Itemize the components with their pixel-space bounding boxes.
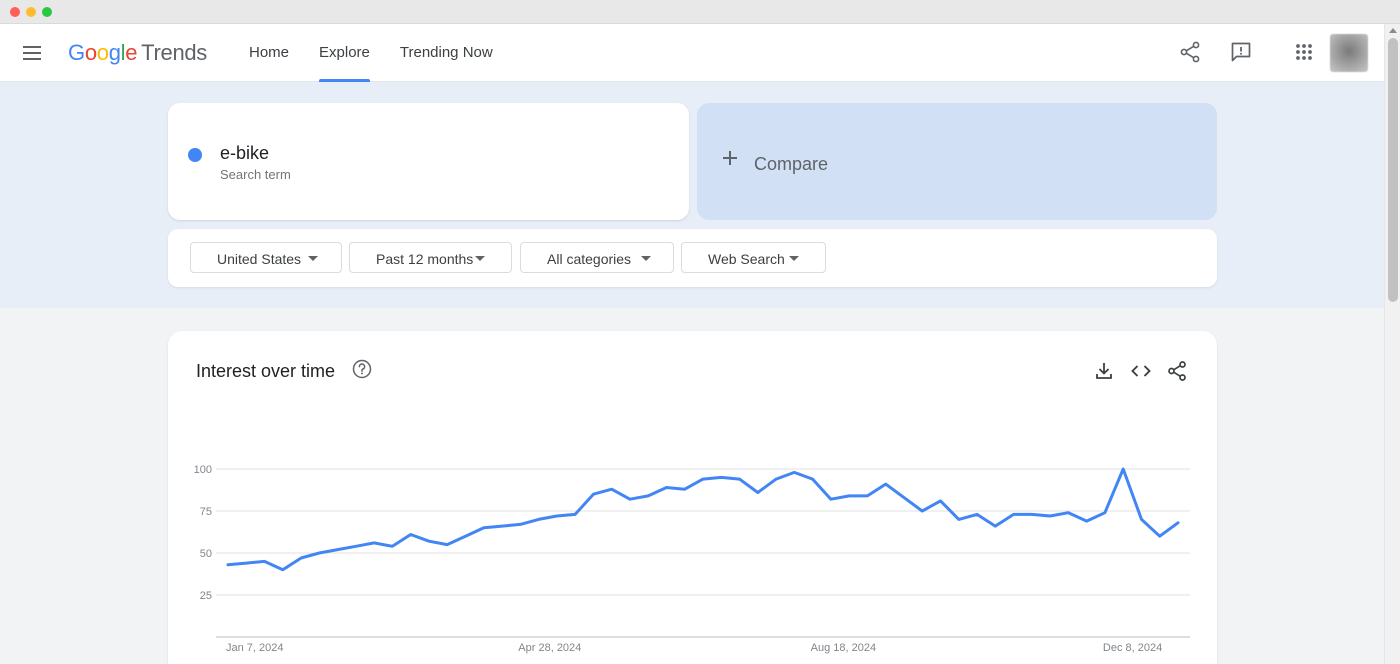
logo-letter: o xyxy=(96,40,109,65)
x-tick-label: Dec 8, 2024 xyxy=(1103,642,1162,654)
y-tick-label: 75 xyxy=(200,506,212,518)
search-term-card[interactable]: e-bike Search term xyxy=(168,103,689,220)
main-nav: Home Explore Trending Now xyxy=(234,24,508,82)
window-minimize-button[interactable] xyxy=(26,7,36,17)
filter-bar: United States Past 12 months All categor… xyxy=(168,229,1217,287)
share-icon[interactable] xyxy=(1178,40,1202,64)
series-line xyxy=(226,467,1180,572)
filter-search-type[interactable]: Web Search xyxy=(681,242,826,273)
plus-icon xyxy=(721,149,739,167)
logo-letter: o xyxy=(84,40,97,65)
y-tick-label: 100 xyxy=(194,464,212,476)
filter-category-label: All categories xyxy=(547,251,632,267)
nav-trending-now[interactable]: Trending Now xyxy=(385,24,508,82)
x-tick-label: Jan 7, 2024 xyxy=(226,642,284,654)
window-maximize-button[interactable] xyxy=(42,7,52,17)
avatar[interactable] xyxy=(1330,34,1368,72)
logo-letter: e xyxy=(125,40,138,65)
compare-label: Compare xyxy=(754,154,829,174)
app-header: Google Trends Home Explore Trending Now xyxy=(0,24,1384,82)
term-color-dot xyxy=(188,148,202,162)
interest-line-chart: 25 50 75 100 Jan 7, 2024 Apr 28, 2024 Aug 18, … xyxy=(194,464,1190,654)
filter-search-type-label: Web Search xyxy=(708,251,785,267)
nav-explore[interactable]: Explore xyxy=(304,24,385,82)
menu-icon[interactable] xyxy=(22,43,42,63)
filter-location-label: United States xyxy=(217,251,302,267)
window-titlebar xyxy=(0,0,1400,24)
y-tick-label: 50 xyxy=(200,548,212,560)
compare-button[interactable]: Compare xyxy=(697,103,1217,220)
interest-over-time-card: Interest over time 25 50 75 100 Jan 7, 2024 A… xyxy=(168,331,1217,664)
nav-home[interactable]: Home xyxy=(234,24,304,82)
caret-down-icon xyxy=(475,256,485,261)
search-term-name[interactable]: e-bike xyxy=(220,143,269,164)
window-close-button[interactable] xyxy=(10,7,20,17)
apps-icon[interactable] xyxy=(1292,40,1316,64)
filter-category[interactable]: All categories xyxy=(520,242,674,273)
filter-time-range-label: Past 12 months xyxy=(376,251,474,267)
scroll-up-arrow[interactable] xyxy=(1389,28,1397,33)
logo-wordmark: Google xyxy=(68,40,137,65)
caret-down-icon xyxy=(641,256,651,261)
logo-suffix: Trends xyxy=(141,40,208,65)
page-scrollbar[interactable] xyxy=(1384,24,1400,664)
caret-down-icon xyxy=(789,256,799,261)
google-trends-logo[interactable]: Google Trends xyxy=(68,40,207,66)
y-tick-label: 25 xyxy=(200,590,212,602)
logo-letter: g xyxy=(108,40,121,65)
scroll-thumb[interactable] xyxy=(1388,38,1398,302)
logo-letter: G xyxy=(68,40,85,65)
x-tick-label: Apr 28, 2024 xyxy=(518,642,581,654)
filter-time-range[interactable]: Past 12 months xyxy=(349,242,512,273)
search-term-type: Search term xyxy=(220,167,291,182)
filter-location[interactable]: United States xyxy=(190,242,342,273)
x-tick-label: Aug 18, 2024 xyxy=(811,642,876,654)
feedback-icon[interactable] xyxy=(1229,40,1253,64)
caret-down-icon xyxy=(308,256,318,261)
